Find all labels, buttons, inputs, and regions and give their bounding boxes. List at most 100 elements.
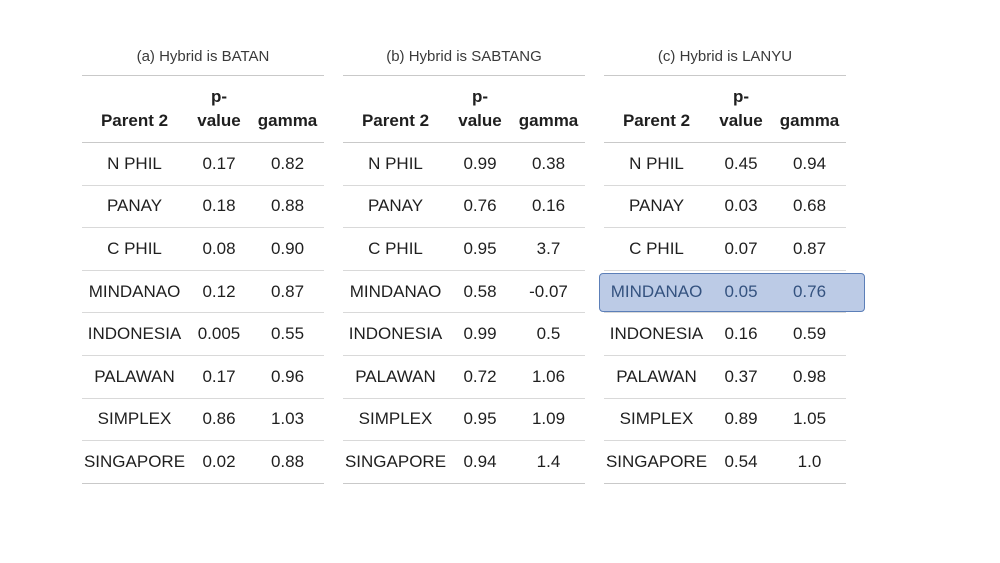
- header-pvalue-line2: value: [719, 111, 763, 130]
- cell-pvalue: 0.76: [463, 196, 497, 216]
- table-caption: (a) Hybrid is BATAN: [82, 44, 324, 76]
- header-pvalue: p-value: [709, 76, 773, 142]
- cell-gamma: 0.59: [792, 324, 827, 344]
- cell-gamma: 1.06: [531, 366, 566, 386]
- table-row: SIMPLEX 0.89 1.05: [604, 399, 846, 442]
- cell-parent: SINGAPORE: [605, 451, 708, 471]
- cell-parent: N PHIL: [629, 153, 684, 173]
- cell-parent: PANAY: [628, 196, 685, 216]
- cell-pvalue: 0.07: [724, 238, 758, 258]
- table-header: Parent 2 p-value gamma: [343, 76, 585, 143]
- cell-pvalue: 0.86: [202, 409, 236, 429]
- header-parent: Parent 2: [100, 111, 169, 130]
- cell-pvalue: 0.17: [202, 366, 236, 386]
- cell-pvalue: 0.02: [202, 451, 236, 471]
- cell-parent: C PHIL: [107, 238, 162, 258]
- table-body: N PHIL 0.17 0.82 PANAY 0.18 0.88 C PHIL 0.08 0…: [82, 143, 324, 484]
- table-row: INDONESIA 0.16 0.59: [604, 313, 846, 356]
- table-row: PANAY 0.76 0.16: [343, 186, 585, 229]
- table-row: PALAWAN 0.17 0.96: [82, 356, 324, 399]
- cell-pvalue: 0.99: [463, 153, 497, 173]
- table-row: C PHIL 0.07 0.87: [604, 228, 846, 271]
- table-row: PANAY 0.18 0.88: [82, 186, 324, 229]
- cell-parent: SINGAPORE: [344, 451, 447, 471]
- table-row: SINGAPORE 0.94 1.4: [343, 441, 585, 484]
- cell-pvalue: 0.89: [724, 409, 758, 429]
- cell-pvalue: 0.99: [463, 324, 497, 344]
- table-row: C PHIL 0.08 0.90: [82, 228, 324, 271]
- cell-gamma: 0.38: [531, 153, 566, 173]
- cell-parent: C PHIL: [368, 238, 423, 258]
- table-row: N PHIL 0.99 0.38: [343, 143, 585, 186]
- cell-gamma: 1.09: [531, 409, 566, 429]
- header-gamma: gamma: [518, 111, 579, 130]
- cell-gamma: 0.82: [270, 153, 305, 173]
- cell-pvalue: 0.54: [724, 451, 758, 471]
- header-pvalue: p-value: [187, 76, 251, 142]
- cell-pvalue: 0.08: [202, 238, 236, 258]
- cell-parent: MINDANAO: [349, 281, 442, 301]
- table-batan: (a) Hybrid is BATAN Parent 2 p-value gam…: [82, 44, 324, 484]
- cell-gamma: 0.96: [270, 366, 305, 386]
- cell-pvalue: 0.18: [202, 196, 236, 216]
- table-lanyu: (c) Hybrid is LANYU Parent 2 p-value gam…: [599, 44, 865, 484]
- table-row: N PHIL 0.17 0.82: [82, 143, 324, 186]
- cell-gamma: 0.5: [536, 324, 561, 344]
- cell-pvalue: 0.58: [463, 281, 497, 301]
- table-row: SINGAPORE 0.02 0.88: [82, 441, 324, 484]
- cell-parent: PALAWAN: [355, 366, 436, 386]
- cell-gamma: 0.98: [792, 366, 827, 386]
- cell-parent: N PHIL: [107, 153, 162, 173]
- cell-gamma: 0.68: [792, 196, 827, 216]
- table-row: PALAWAN 0.37 0.98: [604, 356, 846, 399]
- header-pvalue: p-value: [448, 76, 512, 142]
- table-body: N PHIL 0.99 0.38 PANAY 0.76 0.16 C PHIL 0.95 3…: [343, 143, 585, 484]
- cell-parent: C PHIL: [629, 238, 684, 258]
- cell-gamma: 1.4: [536, 451, 561, 471]
- cell-pvalue: 0.16: [724, 324, 758, 344]
- table-row: MINDANAO 0.58 -0.07: [343, 271, 585, 314]
- header-pvalue-line1: p-: [210, 87, 228, 106]
- cell-parent: SIMPLEX: [619, 409, 694, 429]
- table-header: Parent 2 p-value gamma: [604, 76, 846, 143]
- table-row: SINGAPORE 0.54 1.0: [604, 441, 846, 484]
- cell-gamma: -0.07: [529, 281, 568, 301]
- cell-parent: SINGAPORE: [83, 451, 186, 471]
- header-pvalue-line1: p-: [732, 87, 750, 106]
- cell-gamma: 0.76: [792, 281, 827, 301]
- cell-gamma: 0.94: [792, 153, 827, 173]
- cell-pvalue: 0.94: [463, 451, 497, 471]
- cell-gamma: 3.7: [536, 238, 561, 258]
- cell-pvalue: 0.45: [724, 153, 758, 173]
- header-pvalue-line2: value: [197, 111, 241, 130]
- cell-gamma: 1.0: [797, 451, 822, 471]
- cell-parent: MINDANAO: [88, 281, 181, 301]
- table-body: N PHIL 0.45 0.94 PANAY 0.03 0.68 C PHIL 0.07 0…: [599, 143, 865, 484]
- cell-parent: MINDANAO: [610, 281, 703, 301]
- header-gamma: gamma: [257, 111, 318, 130]
- table-row: INDONESIA 0.99 0.5: [343, 313, 585, 356]
- header-gamma: gamma: [779, 111, 840, 130]
- cell-parent: N PHIL: [368, 153, 423, 173]
- header-pvalue-line2: value: [458, 111, 502, 130]
- cell-gamma: 0.87: [792, 238, 827, 258]
- cell-pvalue: 0.005: [197, 324, 241, 344]
- cell-parent: INDONESIA: [87, 324, 182, 344]
- cell-gamma: 0.88: [270, 451, 305, 471]
- cell-pvalue: 0.03: [724, 196, 758, 216]
- table-row: C PHIL 0.95 3.7: [343, 228, 585, 271]
- cell-gamma: 1.03: [270, 409, 305, 429]
- cell-parent: SIMPLEX: [97, 409, 172, 429]
- table-row: SIMPLEX 0.95 1.09: [343, 399, 585, 442]
- cell-pvalue: 0.95: [463, 409, 497, 429]
- table-row: INDONESIA 0.005 0.55: [82, 313, 324, 356]
- cell-gamma: 0.55: [270, 324, 305, 344]
- cell-gamma: 0.90: [270, 238, 305, 258]
- table-row: PALAWAN 0.72 1.06: [343, 356, 585, 399]
- cell-gamma: 1.05: [792, 409, 827, 429]
- cell-parent: INDONESIA: [609, 324, 704, 344]
- table-header: Parent 2 p-value gamma: [82, 76, 324, 143]
- table-row: MINDANAO 0.12 0.87: [82, 271, 324, 314]
- table-row-highlighted[interactable]: MINDANAO 0.05 0.76: [599, 271, 865, 314]
- table-row: SIMPLEX 0.86 1.03: [82, 399, 324, 442]
